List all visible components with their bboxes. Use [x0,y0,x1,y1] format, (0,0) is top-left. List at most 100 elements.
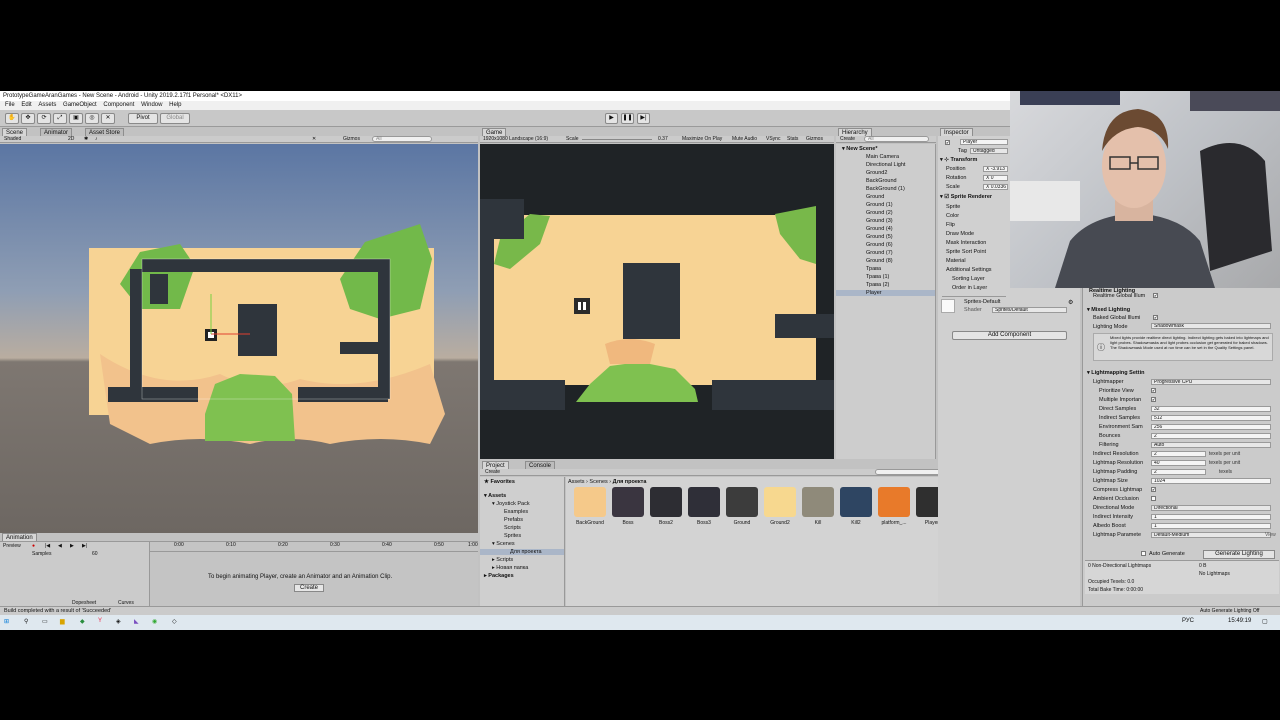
lighting-toggle-icon[interactable]: ✱ [84,136,88,143]
vsync-toggle[interactable]: VSync [766,136,780,143]
hand-tool-icon[interactable]: ✋ [5,113,19,124]
hierarchy-item[interactable]: Main Camera [866,154,899,160]
favorites-node[interactable]: ★ Favorites [484,479,515,485]
auto-generate-checkbox[interactable] [1141,551,1146,556]
scene-root-node[interactable]: ▾ New Scene* [842,146,877,152]
unity-hub-icon[interactable]: ◇ [172,618,177,625]
tab-asset-store[interactable]: Asset Store [85,128,125,136]
lightmap-setting-checkbox[interactable]: ✔ [1151,397,1156,402]
sprite-renderer-header[interactable]: ▾ ☑ Sprite Renderer [940,194,992,200]
first-key-icon[interactable]: |◀ [45,543,50,549]
tree-scripts-root[interactable]: ▸ Scripts [492,557,513,563]
tree-for-project[interactable]: Для проекта [480,549,564,555]
shader-dropdown[interactable]: Sprites/Default [992,307,1067,313]
rotation-x-field[interactable]: X 0 [983,175,1008,181]
task-view-icon[interactable]: ▭ [42,618,48,625]
maximize-on-play-toggle[interactable]: Maximize On Play [682,136,722,143]
prev-key-icon[interactable]: ◀ [58,543,62,549]
lightmap-setting-value[interactable]: Progressive CPU [1151,379,1271,385]
samples-value[interactable]: 60 [92,551,98,557]
tree-sprites[interactable]: Sprites [504,533,521,539]
obs-icon[interactable]: ◉ [152,618,157,625]
lightmap-setting-value[interactable]: 512 [1151,415,1271,421]
audio-toggle-icon[interactable]: ♪ [95,136,98,143]
tree-joystick-pack[interactable]: ▾ Joystick Pack [492,501,530,507]
hierarchy-item[interactable]: Ground (8) [866,258,893,264]
hierarchy-item[interactable]: Player [836,290,935,296]
generate-lighting-button[interactable]: Generate Lighting [1203,550,1275,559]
hierarchy-item[interactable]: Ground (4) [866,226,893,232]
tree-examples[interactable]: Examples [504,509,528,515]
menu-help[interactable]: Help [169,102,181,108]
tab-animation[interactable]: Animation [2,533,37,541]
lightmap-setting-value[interactable]: Directional [1151,505,1271,511]
hierarchy-item[interactable]: BackGround [866,178,897,184]
tree-scripts[interactable]: Scripts [504,525,521,531]
app-icon[interactable]: ◆ [80,618,85,625]
record-icon[interactable]: ● [32,543,35,549]
scale-tool-icon[interactable]: ⤢ [53,113,67,124]
breadcrumb-scenes[interactable]: Scenes [589,479,607,485]
asset-item[interactable]: Ground [724,487,760,531]
asset-item[interactable]: Kill [800,487,836,531]
unity-taskbar-icon[interactable]: ◈ [116,618,121,625]
lightmap-setting-value[interactable]: Auto [1151,442,1271,448]
pause-button[interactable]: ❚❚ [621,113,634,124]
stats-toggle[interactable]: Stats [787,136,798,143]
taskbar-search-icon[interactable]: ⚲ [24,618,28,625]
scene-viewport[interactable] [0,144,478,533]
view-label[interactable]: View [1265,532,1276,538]
lightmap-setting-value[interactable]: 32 [1151,406,1271,412]
lightmapping-header[interactable]: ▾ Lightmapping Settin [1087,370,1144,376]
scale-slider[interactable] [582,139,652,140]
build-status-message[interactable]: Build completed with a result of 'Succee… [4,608,111,614]
asset-item[interactable]: Boss2 [648,487,684,531]
hierarchy-item[interactable]: Ground (6) [866,242,893,248]
lightmap-setting-value[interactable]: 1024 [1151,478,1271,484]
custom-tool-icon[interactable]: ✕ [101,113,115,124]
breadcrumb-assets[interactable]: Assets [568,479,585,485]
lighting-mode-dropdown[interactable]: Shadowmask [1151,323,1271,329]
scene-tools-icon[interactable]: ✕ [312,136,316,143]
tab-hierarchy[interactable]: Hierarchy [838,128,872,136]
menu-edit[interactable]: Edit [21,102,31,108]
menu-gameobject[interactable]: GameObject [63,102,97,108]
tab-animator[interactable]: Animator [40,128,73,136]
move-tool-icon[interactable]: ✥ [21,113,35,124]
lightmap-setting-value[interactable]: 2 [1151,433,1271,439]
hierarchy-item[interactable]: Ground (1) [866,202,893,208]
asset-item[interactable]: platform_... [876,487,912,531]
lightmap-setting-value[interactable]: Default-Medium [1151,532,1271,538]
lightmap-setting-value[interactable]: 1 [1151,514,1271,520]
tree-packages[interactable]: ▸ Packages [484,573,514,579]
asset-item[interactable]: Boss [610,487,646,531]
hierarchy-item[interactable]: Ground (3) [866,218,893,224]
lightmap-setting-value[interactable]: 2 [1151,469,1206,475]
menu-assets[interactable]: Assets [38,102,56,108]
start-icon[interactable]: ⊞ [4,618,9,625]
tree-prefabs[interactable]: Prefabs [504,517,523,523]
tab-game[interactable]: Game [482,128,507,136]
hierarchy-item[interactable]: Ground (7) [866,250,893,256]
pivot-toggle[interactable]: Pivot [128,113,158,124]
anim-play-icon[interactable]: ▶ [70,543,74,549]
rotate-tool-icon[interactable]: ⟳ [37,113,51,124]
asset-item[interactable]: Kill2 [838,487,874,531]
step-button[interactable]: ▶| [637,113,650,124]
settings-gear-icon[interactable]: ⚙ [1068,299,1073,306]
asset-item[interactable]: BackGround [572,487,608,531]
position-x-field[interactable]: X -3.913 [983,166,1008,172]
baked-gi-checkbox[interactable]: ✔ [1153,315,1158,320]
tag-dropdown[interactable]: Untagged [970,148,1008,154]
asset-item[interactable]: Ground2 [762,487,798,531]
object-name-field[interactable]: Player [960,139,1008,145]
breadcrumb-current[interactable]: Для проекта [613,479,647,485]
add-component-button[interactable]: Add Component [952,331,1067,340]
lightmap-setting-checkbox[interactable] [1151,496,1156,501]
2d-mode-toggle[interactable]: 2D [68,136,74,143]
menu-component[interactable]: Component [103,102,134,108]
hierarchy-item[interactable]: Трава (1) [866,274,889,280]
tab-inspector[interactable]: Inspector [940,128,973,136]
tree-new-folder[interactable]: ▸ Новая папка [492,565,528,571]
menu-file[interactable]: File [5,102,15,108]
